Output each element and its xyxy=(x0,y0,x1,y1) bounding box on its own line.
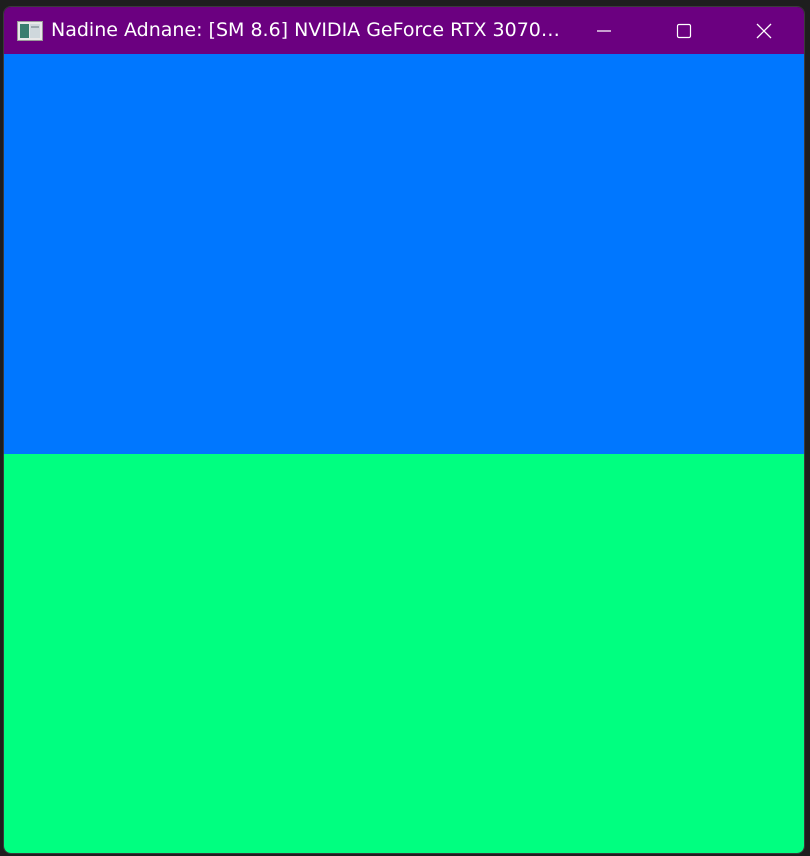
viewport-top-region xyxy=(4,54,804,454)
window-title: Nadine Adnane: [SM 8.6] NVIDIA GeForce R… xyxy=(51,19,564,41)
close-button[interactable] xyxy=(724,7,804,54)
minimize-button[interactable] xyxy=(564,7,644,54)
minimize-icon xyxy=(597,29,611,32)
close-icon xyxy=(756,23,772,38)
title-bar[interactable]: Nadine Adnane: [SM 8.6] NVIDIA GeForce R… xyxy=(4,7,804,54)
viewport-bottom-region xyxy=(4,454,804,853)
app-window: Nadine Adnane: [SM 8.6] NVIDIA GeForce R… xyxy=(3,6,805,854)
app-window-icon[interactable] xyxy=(17,20,43,41)
maximize-icon xyxy=(676,23,692,38)
window-controls xyxy=(564,7,804,54)
render-viewport[interactable] xyxy=(4,54,804,853)
maximize-button[interactable] xyxy=(644,7,724,54)
